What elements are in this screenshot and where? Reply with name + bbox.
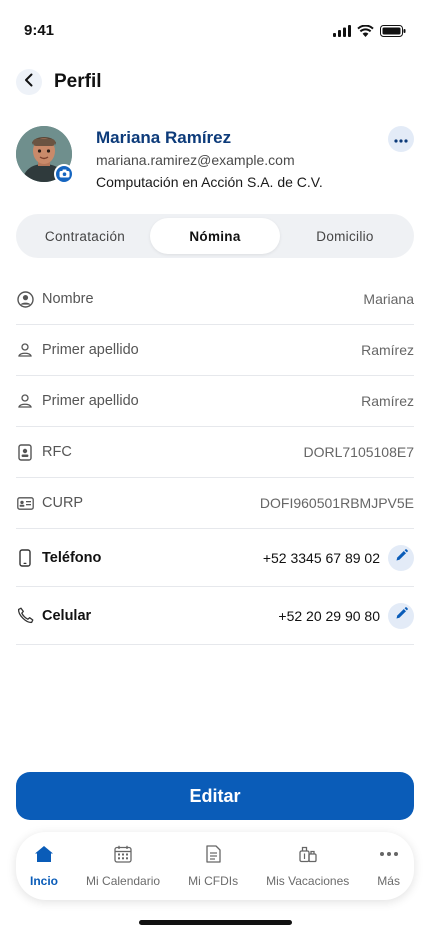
nav-item-mas[interactable]: Más [377,845,400,888]
camera-icon [59,165,70,183]
handset-icon [16,607,34,625]
home-icon [34,845,54,868]
signal-icon [333,24,351,42]
profile-email: mariana.ramirez@example.com [96,152,295,168]
field-label: Primer apellido [42,393,139,409]
field-label: RFC [42,444,72,460]
field-label: CURP [42,495,84,511]
tab-domicilio[interactable]: Domicilio [280,218,410,254]
more-dots-icon [394,130,408,148]
home-indicator [139,920,292,925]
edit-telefono-button[interactable] [388,544,414,571]
nav-item-inicio[interactable]: Incio [30,845,58,888]
field-value: +52 20 29 90 80 [278,607,380,624]
field-row-nombre: Nombre Mariana [16,274,414,325]
field-value: DORL7105108E7 [303,444,414,460]
nav-label: Mis Vacaciones [266,873,350,888]
nav-label: Incio [30,873,59,888]
phone-icon [16,548,34,567]
id-card-icon [16,494,34,512]
field-row-celular: Celular +52 20 29 90 80 [16,587,414,645]
field-label: Teléfono [42,549,102,566]
field-value: +52 3345 67 89 02 [262,549,380,566]
calendar-icon [114,845,132,868]
change-photo-button[interactable] [54,164,74,184]
field-row-telefono: Teléfono +52 3345 67 89 02 [16,529,414,587]
header: Perfil [16,62,102,102]
profile-company: Computación en Acción S.A. de C.V. [96,174,323,190]
more-dots-icon [379,845,399,868]
pencil-icon [395,606,408,625]
field-value: Ramírez [361,393,414,409]
more-options-button[interactable] [388,126,414,152]
nav-label: Más [377,873,400,888]
nav-item-mi-cfdis[interactable]: Mi CFDIs [188,844,239,888]
user-outline-icon [16,341,34,359]
document-icon [205,844,221,868]
page-title: Perfil [54,71,102,92]
battery-icon [380,24,406,42]
status-icons [333,24,406,42]
back-button[interactable] [16,69,42,95]
profile-name: Mariana Ramírez [96,128,232,147]
field-label: Primer apellido [42,342,139,358]
field-row-rfc: RFC DORL7105108E7 [16,427,414,478]
tab-contratacion[interactable]: Contratación [20,218,150,254]
nav-item-mi-calendario[interactable]: Mi Calendario [86,845,160,888]
fields-list: Nombre Mariana Primer apellido Ramírez P… [16,274,414,645]
field-label: Celular [42,607,92,624]
nav-label: Mi Calendario [86,873,161,888]
user-circle-icon [16,290,34,308]
field-value: Ramírez [361,342,414,358]
status-time: 9:41 [24,22,55,39]
status-bar: 9:41 [0,0,430,60]
edit-celular-button[interactable] [388,602,414,629]
field-value: DOFI960501RBMJPV5E [259,495,414,511]
profile-card: Mariana Ramírez mariana.ramirez@example.… [16,124,414,194]
user-outline-icon [16,392,34,410]
wifi-icon [357,24,374,42]
field-row-curp: CURP DOFI960501RBMJPV5E [16,478,414,529]
edit-button[interactable]: Editar [16,772,414,820]
field-value: Mariana [363,291,414,307]
field-label: Nombre [42,291,94,307]
bottom-nav: Incio Mi Calendario Mi CFDIs Mis Vacacio… [16,832,414,900]
section-tabs: Contratación Nómina Domicilio [16,214,414,258]
field-row-primer-apellido: Primer apellido Ramírez [16,376,414,427]
chevron-left-icon [23,73,35,92]
pencil-icon [395,548,408,567]
field-row-primer-apellido: Primer apellido Ramírez [16,325,414,376]
luggage-icon [298,845,318,868]
badge-icon [16,443,34,461]
tab-nomina[interactable]: Nómina [150,218,280,254]
nav-label: Mi CFDIs [188,873,239,888]
nav-item-mis-vacaciones[interactable]: Mis Vacaciones [266,845,349,888]
